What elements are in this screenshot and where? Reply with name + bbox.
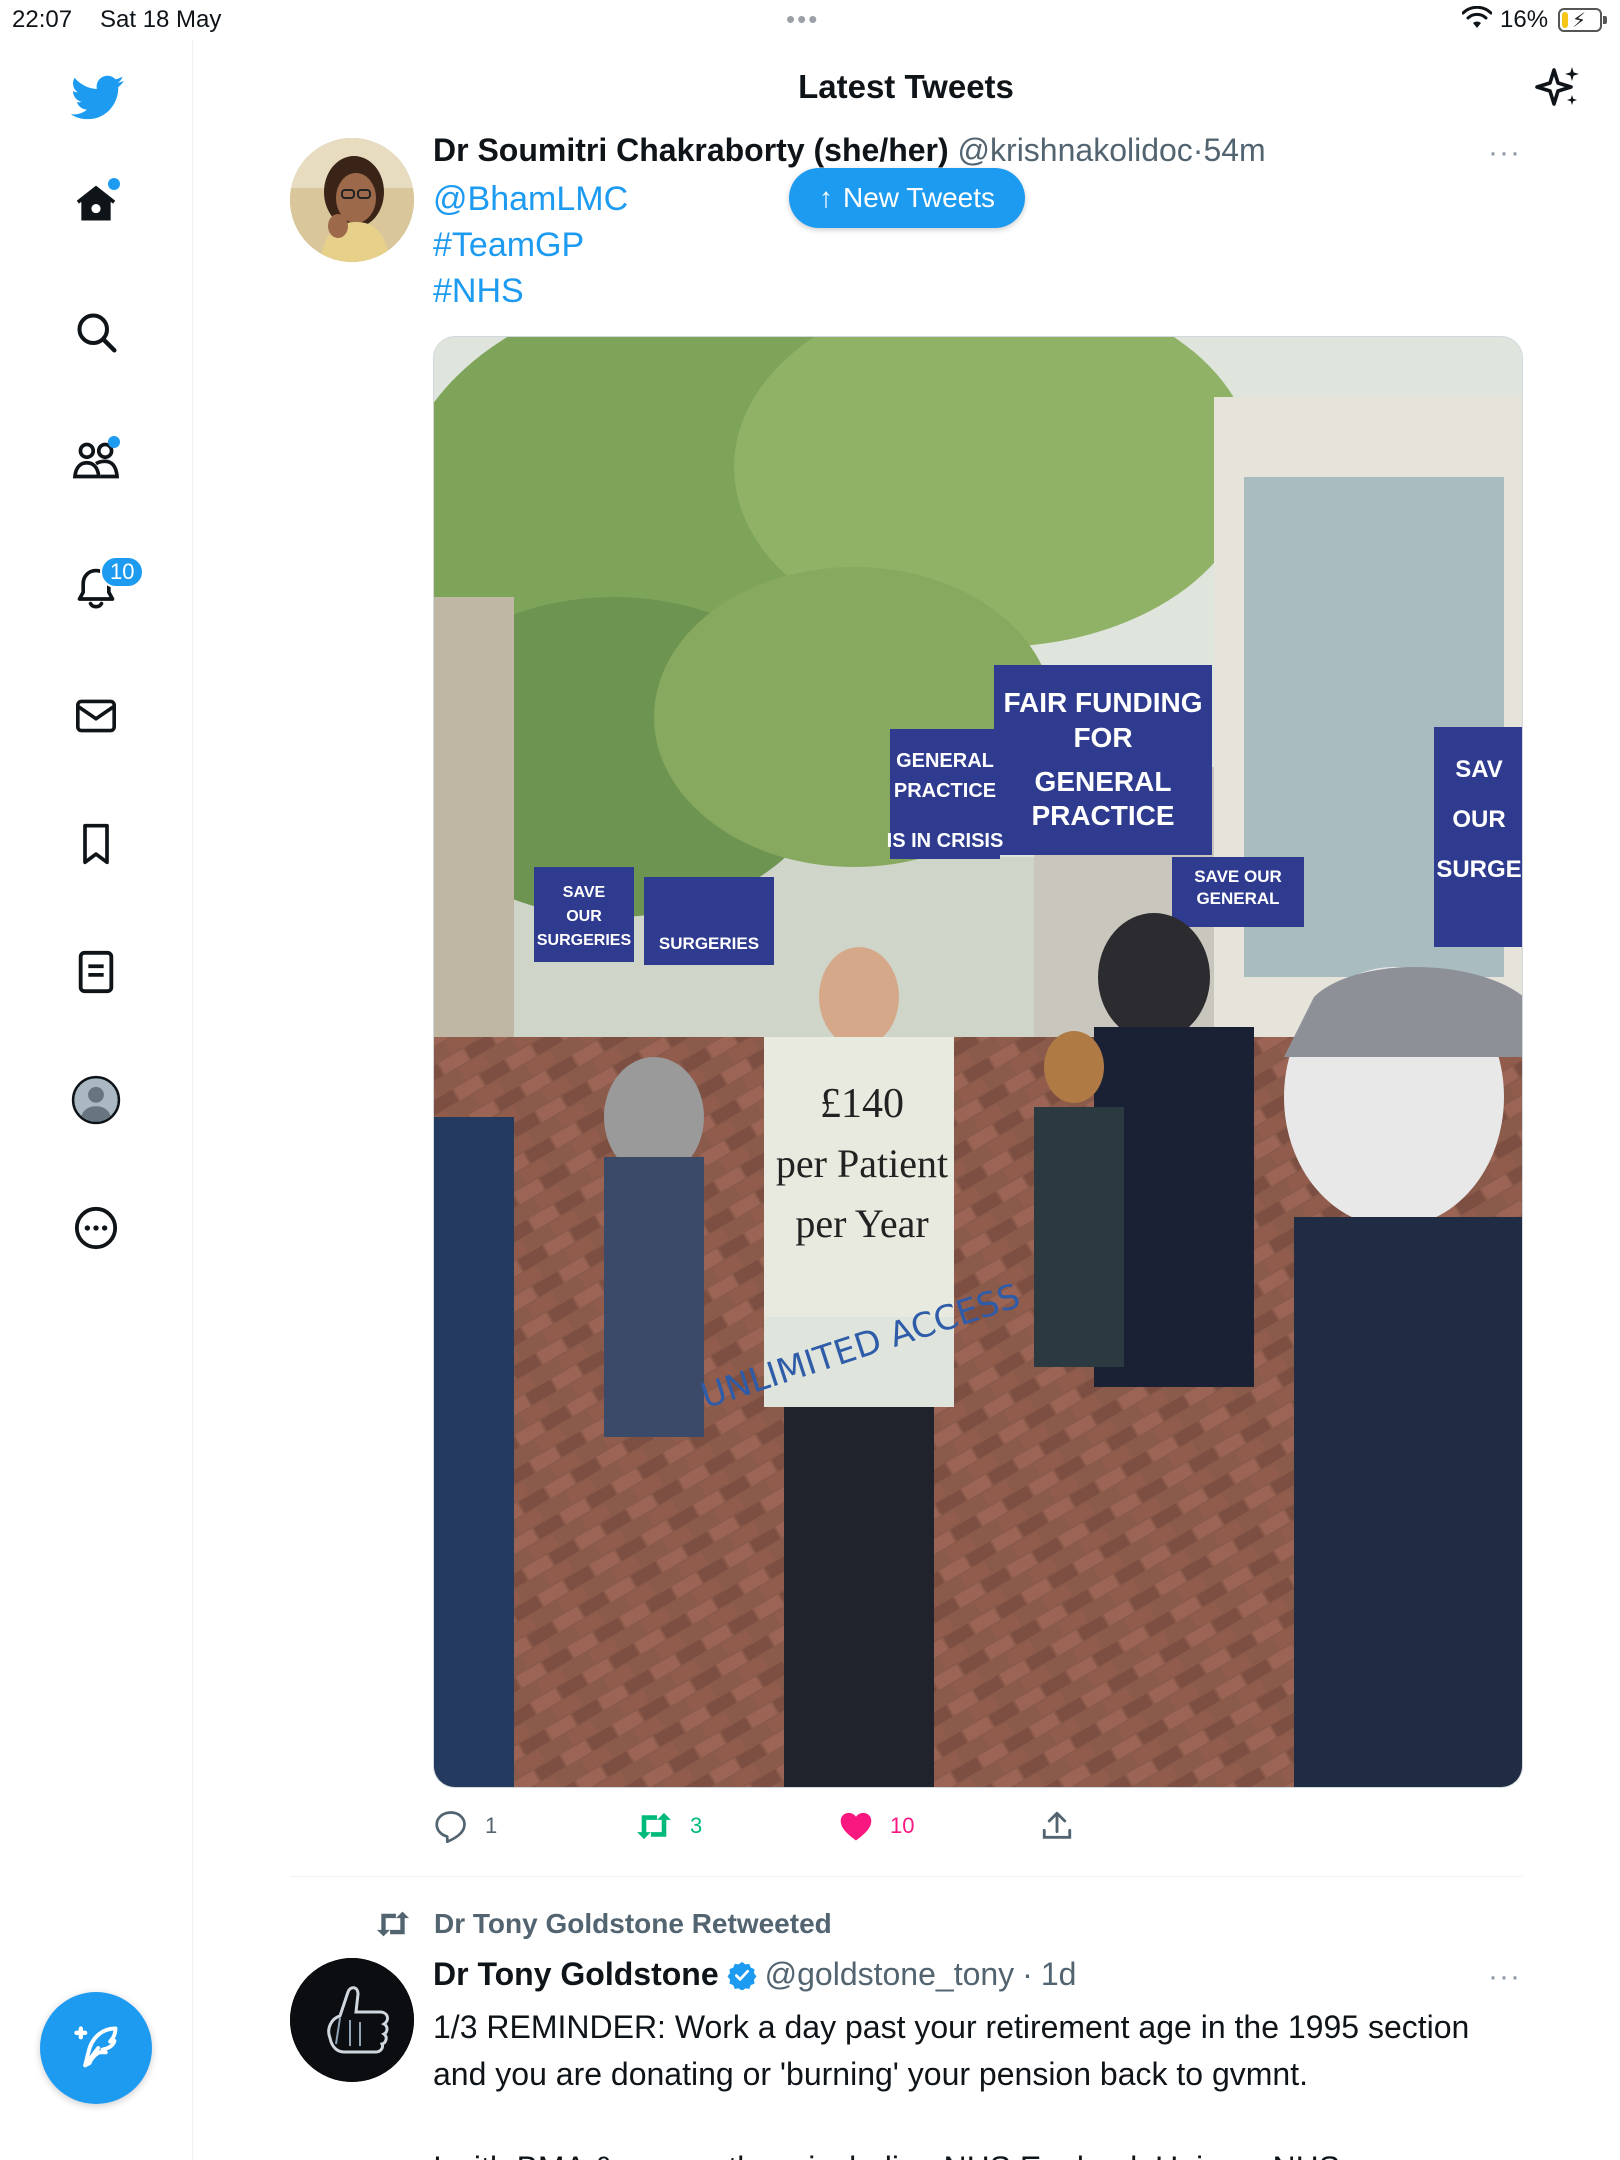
- share-button[interactable]: [1040, 1806, 1074, 1846]
- profile-icon: [71, 1075, 121, 1125]
- svg-text:OUR: OUR: [566, 908, 602, 925]
- avatar[interactable]: [290, 138, 414, 262]
- heart-icon: [840, 1812, 872, 1841]
- status-date: Sat 18 May: [100, 6, 222, 33]
- tweet-time[interactable]: 54m: [1203, 132, 1265, 168]
- search-icon: [77, 313, 117, 353]
- svg-text:FAIR FUNDING: FAIR FUNDING: [1003, 687, 1202, 718]
- protest-photo: FAIR FUNDING FOR GENERAL PRACTICE GENERA…: [434, 337, 1522, 1787]
- battery-icon: ⚡: [1558, 8, 1607, 32]
- svg-text:PRACTICE: PRACTICE: [894, 780, 996, 802]
- svg-text:SURGERIES: SURGERIES: [659, 934, 759, 953]
- nav-bookmarks[interactable]: [70, 818, 122, 870]
- nav-communities[interactable]: [70, 434, 122, 486]
- tweet-text-line: 1/3 REMINDER: Work a day past your retir…: [433, 2009, 1470, 2092]
- page-title: Latest Tweets: [798, 68, 1014, 105]
- status-time: 22:07: [12, 6, 73, 33]
- retweet-count: 3: [690, 1813, 703, 1838]
- mention-link[interactable]: @BhamLMC: [433, 180, 628, 219]
- separator-dot: ·: [1022, 1956, 1033, 1992]
- retweet-button[interactable]: 3: [634, 1806, 702, 1846]
- new-tweets-label: New Tweets: [843, 182, 995, 213]
- tweet-more-icon[interactable]: ···: [1488, 1960, 1521, 1994]
- svg-text:SURGE: SURGE: [1436, 856, 1521, 883]
- more-circle-icon: [74, 1206, 118, 1250]
- separator-dot: ·: [1192, 132, 1204, 168]
- verified-badge-icon: [727, 1961, 757, 1990]
- author-name[interactable]: Dr Tony Goldstone: [433, 1956, 719, 1993]
- sidebar: 10: [0, 40, 193, 2160]
- reply-button[interactable]: 1: [433, 1806, 497, 1846]
- avatar-photo: [290, 138, 414, 262]
- charging-bolt-icon: ⚡: [1572, 10, 1587, 32]
- nav-profile[interactable]: [70, 1074, 122, 1126]
- share-icon: [1042, 1811, 1072, 1839]
- avatar[interactable]: [290, 1958, 414, 2082]
- hashtag-link[interactable]: #TeamGP: [433, 226, 584, 265]
- author-handle[interactable]: @goldstone_tony: [765, 1956, 1015, 1993]
- reply-icon: [435, 1811, 466, 1843]
- multitasking-dots-icon[interactable]: •••: [786, 4, 819, 35]
- svg-text:GENERAL: GENERAL: [1035, 766, 1172, 797]
- nav-messages[interactable]: [70, 690, 122, 742]
- nav-lists[interactable]: [70, 946, 122, 998]
- like-count: 10: [890, 1813, 915, 1838]
- home-notification-dot: [108, 178, 120, 190]
- tweet-divider: [290, 1876, 1523, 1877]
- nav-home[interactable]: [70, 178, 122, 230]
- arrow-up-icon: ↑: [819, 182, 833, 213]
- retweet-icon: [637, 1812, 671, 1840]
- bookmark-icon: [83, 823, 109, 865]
- nav-explore[interactable]: [70, 306, 122, 358]
- svg-text:per Year: per Year: [795, 1201, 928, 1246]
- tweet-time[interactable]: 1d: [1041, 1956, 1077, 1993]
- author-handle[interactable]: @krishnakolidoc: [958, 132, 1193, 168]
- svg-text:SAV: SAV: [1455, 756, 1503, 783]
- svg-text:GENERAL: GENERAL: [1196, 889, 1279, 908]
- sparkle-icon[interactable]: [1534, 64, 1582, 112]
- tweet-text: 1/3 REMINDER: Work a day past your retir…: [433, 2004, 1523, 2160]
- svg-text:PRACTICE: PRACTICE: [1031, 800, 1174, 831]
- mail-icon: [76, 699, 116, 733]
- notifications-badge: 10: [100, 556, 145, 588]
- tweet-photo[interactable]: FAIR FUNDING FOR GENERAL PRACTICE GENERA…: [433, 336, 1523, 1788]
- new-tweets-button[interactable]: ↑ New Tweets: [789, 168, 1025, 228]
- tweet-text-line: I with BMA & many others including NHS E…: [433, 2145, 1523, 2160]
- retweet-icon: [376, 1911, 410, 1937]
- hashtag-link[interactable]: #NHS: [433, 272, 524, 311]
- svg-text:FOR: FOR: [1073, 722, 1132, 753]
- communities-notification-dot: [108, 436, 120, 448]
- tweet-header: Dr Soumitri Chakraborty (she/her) @krish…: [433, 132, 1266, 169]
- svg-text:SAVE OUR: SAVE OUR: [1194, 867, 1282, 886]
- like-button[interactable]: 10: [838, 1806, 914, 1846]
- tweet-more-icon[interactable]: ···: [1488, 136, 1521, 170]
- svg-text:per Patient: per Patient: [776, 1141, 948, 1186]
- svg-text:SAVE: SAVE: [563, 884, 606, 901]
- compose-tweet-button[interactable]: [40, 1992, 152, 2104]
- retweeted-by-label: Dr Tony Goldstone Retweeted: [434, 1908, 832, 1939]
- retweeted-by-line[interactable]: Dr Tony Goldstone Retweeted: [374, 1908, 832, 1940]
- avatar-photo: [290, 1958, 414, 2082]
- svg-text:SURGERIES: SURGERIES: [537, 932, 632, 949]
- nav-more[interactable]: [70, 1202, 122, 1254]
- reply-count: 1: [485, 1813, 498, 1838]
- tweet-header: Dr Tony Goldstone @goldstone_tony · 1d: [433, 1956, 1076, 1993]
- wifi-icon: [1462, 6, 1492, 28]
- list-icon: [78, 950, 114, 994]
- status-bar: 22:07 Sat 18 May ••• 16% ⚡: [0, 0, 1620, 40]
- svg-text:OUR: OUR: [1452, 806, 1505, 833]
- svg-text:GENERAL: GENERAL: [896, 750, 994, 772]
- compose-feather-icon: [74, 2026, 118, 2068]
- svg-text:IS IN CRISIS: IS IN CRISIS: [887, 830, 1004, 852]
- battery-percentage: 16%: [1500, 6, 1549, 33]
- battery-fill: [1562, 12, 1568, 28]
- svg-text:£140: £140: [820, 1081, 904, 1127]
- author-name[interactable]: Dr Soumitri Chakraborty (she/her): [433, 132, 949, 168]
